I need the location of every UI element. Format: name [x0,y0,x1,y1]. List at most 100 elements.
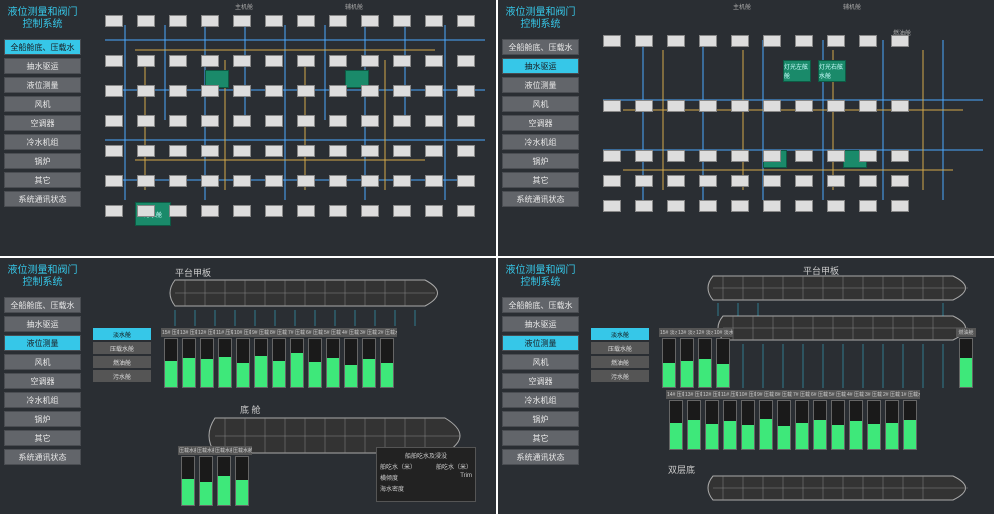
valve-node[interactable] [457,85,475,97]
valve-node[interactable] [169,15,187,27]
valve-node[interactable] [393,115,411,127]
level-gauge[interactable]: 3# 压载水舱 [866,390,882,450]
valve-node[interactable] [265,205,283,217]
valve-node[interactable] [393,175,411,187]
valve-node[interactable] [393,145,411,157]
valve-node[interactable] [201,175,219,187]
valve-node[interactable] [169,175,187,187]
valve-node[interactable] [393,15,411,27]
valve-node[interactable] [169,115,187,127]
valve-node[interactable] [603,35,621,47]
sub-fresh[interactable]: 淡水舱 [93,328,151,340]
nav-other[interactable]: 其它 [4,172,81,188]
valve-node[interactable] [265,175,283,187]
level-gauge[interactable]: 10# 压载水舱 [235,328,251,388]
valve-node[interactable] [265,55,283,67]
valve-node[interactable] [795,175,813,187]
nav-comm[interactable]: 系统通讯状态 [4,191,81,207]
valve-node[interactable] [731,100,749,112]
valve-node[interactable] [137,115,155,127]
valve-node[interactable] [169,205,187,217]
nav-level[interactable]: 液位测量 [4,335,81,351]
valve-node[interactable] [699,150,717,162]
level-gauge[interactable]: 5# 压载水舱 [830,390,846,450]
valve-node[interactable] [859,150,877,162]
valve-node[interactable] [329,55,347,67]
valve-node[interactable] [105,115,123,127]
level-gauge[interactable]: 7# 压载水舱 [794,390,810,450]
valve-node[interactable] [329,115,347,127]
nav-comm[interactable]: 系统通讯状态 [502,191,579,207]
nav-ballast[interactable]: 全船舱底、压载水 [502,39,579,55]
valve-node[interactable] [361,85,379,97]
valve-node[interactable] [699,200,717,212]
sub-ballast[interactable]: 压载水舱 [591,342,649,354]
nav-fan[interactable]: 风机 [4,354,81,370]
level-gauge[interactable]: 6# 压载水舱 [307,328,323,388]
nav-ballast[interactable]: 全船舱底、压载水 [4,39,81,55]
valve-node[interactable] [393,55,411,67]
nav-level[interactable]: 液位测量 [502,335,579,351]
level-gauge[interactable]: 5# 压载水舱 [325,328,341,388]
valve-node[interactable] [603,200,621,212]
sub-fuel[interactable]: 燃油舱 [93,356,151,368]
valve-node[interactable] [233,175,251,187]
valve-node[interactable] [731,35,749,47]
valve-node[interactable] [297,115,315,127]
valve-node[interactable] [425,85,443,97]
valve-node[interactable] [859,175,877,187]
sub-fresh[interactable]: 淡水舱 [591,328,649,340]
valve-node[interactable] [635,35,653,47]
level-gauge[interactable]: 9# 压载水舱 [253,328,269,388]
valve-node[interactable] [635,150,653,162]
valve-node[interactable] [859,35,877,47]
valve-node[interactable] [457,205,475,217]
valve-node[interactable] [361,15,379,27]
nav-fan[interactable]: 风机 [502,96,579,112]
level-gauge[interactable]: 压载水舱 [180,446,196,506]
valve-node[interactable] [297,205,315,217]
valve-node[interactable] [361,55,379,67]
nav-fan[interactable]: 风机 [502,354,579,370]
light-tank-r[interactable]: 灯光右舷水舱 [818,60,846,82]
valve-node[interactable] [105,205,123,217]
valve-node[interactable] [667,100,685,112]
nav-ac[interactable]: 空调器 [502,373,579,389]
nav-drain[interactable]: 抽水驱运 [502,58,579,74]
level-gauge[interactable]: 10# 淡水舱 [715,328,731,388]
valve-node[interactable] [457,15,475,27]
level-gauge[interactable]: 12# 压载水舱 [704,390,720,450]
level-gauge[interactable]: 3# 压载水舱 [361,328,377,388]
valve-node[interactable] [827,150,845,162]
valve-node[interactable] [137,55,155,67]
valve-node[interactable] [699,35,717,47]
level-gauge[interactable]: 1# 压载水舱 [902,390,918,450]
valve-node[interactable] [699,100,717,112]
valve-node[interactable] [297,85,315,97]
valve-node[interactable] [297,15,315,27]
valve-node[interactable] [635,100,653,112]
level-gauge[interactable]: 13# 压载水舱 [181,328,197,388]
valve-node[interactable] [137,175,155,187]
valve-node[interactable] [425,15,443,27]
level-gauge[interactable]: 13# 压载水舱 [686,390,702,450]
valve-node[interactable] [265,115,283,127]
valve-node[interactable] [891,35,909,47]
level-gauge[interactable]: 2# 压载水舱 [379,328,395,388]
level-gauge[interactable]: 15# 压载水舱 [163,328,179,388]
valve-node[interactable] [105,15,123,27]
valve-node[interactable] [795,150,813,162]
valve-node[interactable] [667,200,685,212]
valve-node[interactable] [425,205,443,217]
nav-boiler[interactable]: 锅炉 [502,153,579,169]
nav-other[interactable]: 其它 [502,172,579,188]
valve-node[interactable] [457,175,475,187]
valve-node[interactable] [233,145,251,157]
valve-node[interactable] [699,175,717,187]
valve-node[interactable] [795,200,813,212]
sub-fuel[interactable]: 燃油舱 [591,356,649,368]
valve-node[interactable] [667,175,685,187]
valve-node[interactable] [859,200,877,212]
valve-node[interactable] [635,175,653,187]
valve-node[interactable] [265,15,283,27]
